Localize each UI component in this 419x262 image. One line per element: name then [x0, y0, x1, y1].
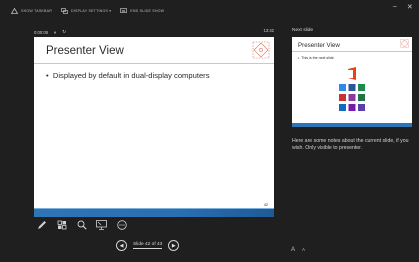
slide-tools	[36, 219, 127, 230]
presenter-toolbar: SHOW TASKBAR DISPLAY SETTINGS ▾ END SLID…	[0, 0, 419, 22]
office-apps-icon	[339, 67, 365, 111]
end-slide-show-button[interactable]: END SLIDE SHOW	[119, 7, 164, 15]
slide-title: Presenter View	[46, 45, 124, 57]
taskbar-icon	[10, 7, 18, 15]
next-slide-header: Next slide	[292, 28, 314, 33]
pause-icon[interactable]: ⏸	[54, 30, 56, 35]
display-settings-label: DISPLAY SETTINGS ▾	[71, 9, 112, 13]
slide-logo-icon	[252, 41, 270, 59]
slide-counter[interactable]: Slide 42 of 43	[133, 242, 163, 249]
slide-navigation: ◀ Slide 42 of 43 ▶	[116, 240, 180, 251]
display-settings-button[interactable]: DISPLAY SETTINGS ▾	[60, 7, 111, 15]
window-controls: – ✕	[393, 3, 413, 11]
more-options-icon[interactable]	[116, 219, 127, 230]
previous-slide-button[interactable]: ◀	[116, 240, 127, 251]
minimize-button[interactable]: –	[393, 3, 397, 11]
see-all-slides-icon[interactable]	[56, 219, 67, 230]
end-slide-show-label: END SLIDE SHOW	[130, 9, 165, 13]
next-slide-bullet: • This is the next slide	[298, 56, 334, 60]
next-slide-footer-bar	[292, 123, 412, 127]
restart-icon[interactable]: ↻	[62, 29, 66, 35]
zoom-icon[interactable]	[76, 219, 87, 230]
show-taskbar-button[interactable]: SHOW TASKBAR	[10, 7, 52, 15]
close-button[interactable]: ✕	[407, 3, 413, 11]
current-slide: Presenter View • Displayed by default in…	[34, 37, 274, 217]
display-settings-icon	[60, 7, 68, 15]
slide-title-rule	[34, 63, 274, 64]
next-slide-preview[interactable]: Presenter View • This is the next slide	[292, 37, 412, 127]
slide-bullet-text: Displayed by default in dual-display com…	[52, 71, 210, 80]
decrease-font-button[interactable]: A	[302, 247, 305, 253]
timer-row: 0:00:08 ⏸ ↻ 13:42	[34, 28, 274, 36]
slide-bullet: • Displayed by default in dual-display c…	[46, 71, 210, 80]
increase-font-button[interactable]: A	[291, 247, 295, 253]
end-slideshow-icon	[119, 7, 127, 15]
black-screen-icon[interactable]	[96, 219, 107, 230]
next-slide-bullet-text: This is the next slide	[301, 56, 334, 60]
show-taskbar-label: SHOW TASKBAR	[21, 9, 53, 13]
next-slide-button[interactable]: ▶	[168, 240, 180, 251]
pen-icon[interactable]	[36, 219, 47, 230]
slide-footer-bar	[34, 209, 274, 217]
clock: 13:42	[263, 28, 274, 33]
slide-logo-icon	[400, 39, 409, 48]
speaker-notes[interactable]: Here are some notes about the current sl…	[292, 138, 410, 151]
elapsed-timer: 0:00:08	[34, 29, 48, 35]
next-slide-title: Presenter View	[298, 42, 340, 49]
slide-number: 42	[263, 203, 268, 207]
notes-font-controls: A A	[291, 247, 305, 253]
next-slide-rule	[292, 51, 412, 52]
